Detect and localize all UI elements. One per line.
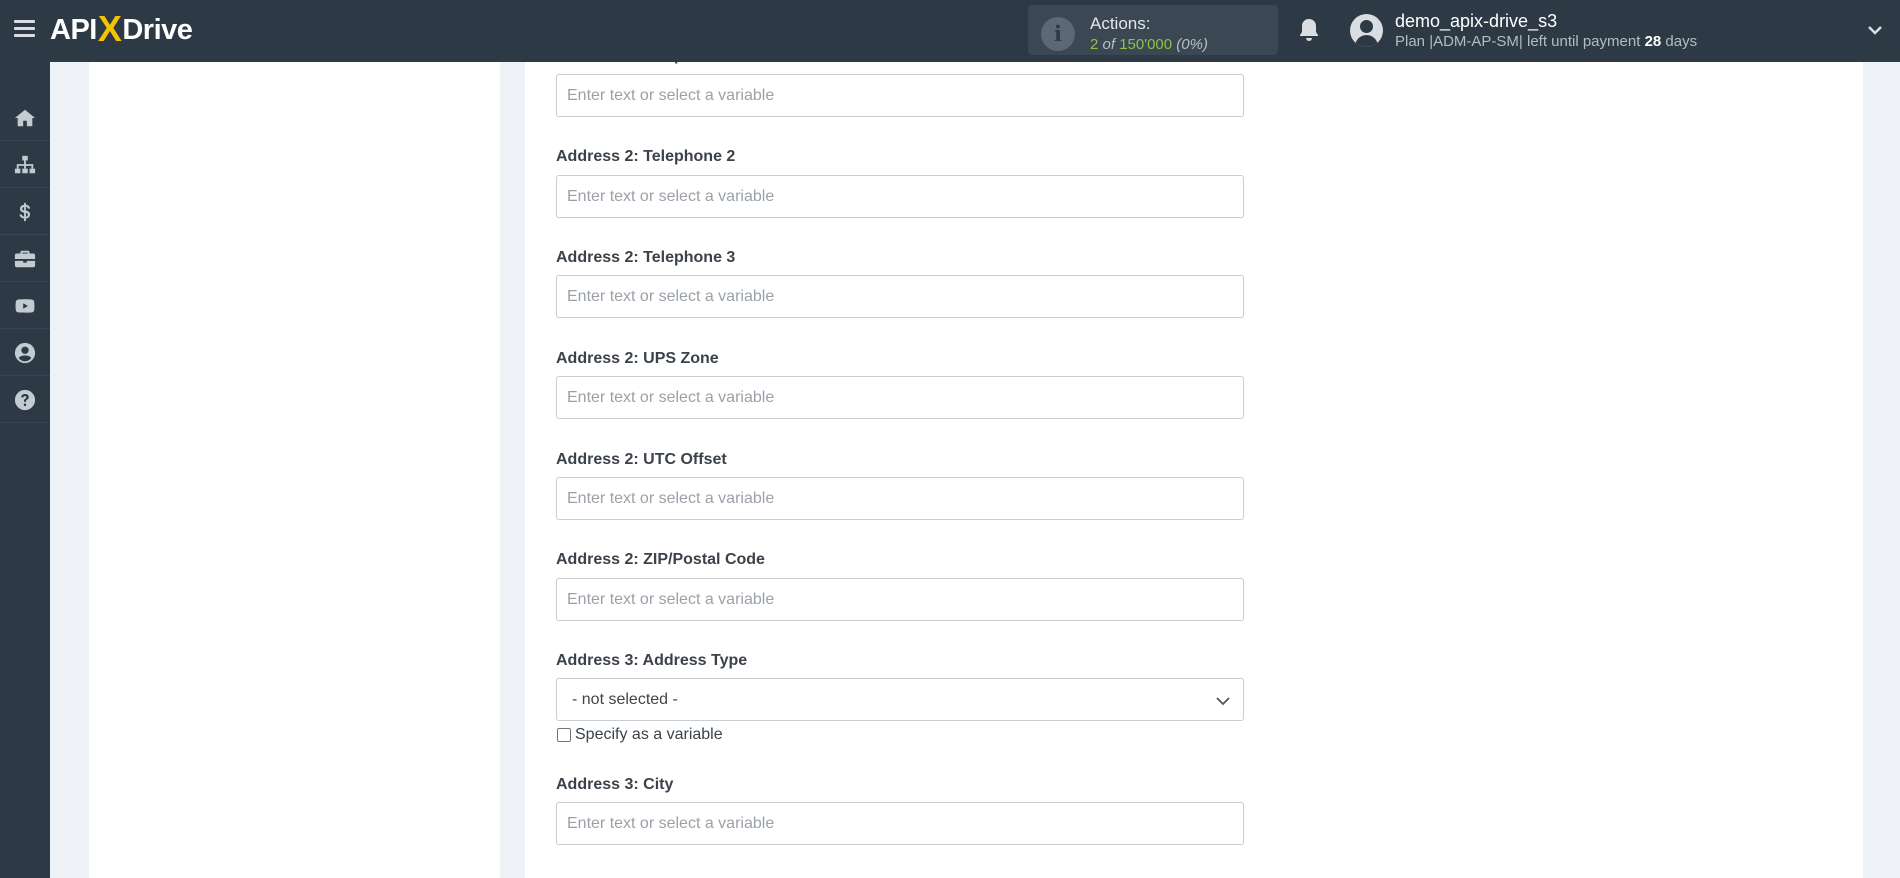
field-label-zip-postal-code: Address 2: ZIP/Postal Code xyxy=(556,551,765,568)
actions-counter[interactable]: i Actions: 2 of 150'000 (0%) xyxy=(1028,5,1278,55)
logo-text-drive: Drive xyxy=(122,13,193,46)
logo-text-x: X xyxy=(97,8,122,49)
zip-postal-code-input[interactable] xyxy=(556,578,1244,621)
help-icon xyxy=(14,389,36,410)
info-icon: i xyxy=(1041,17,1075,51)
days-left: 28 xyxy=(1644,33,1662,50)
sidebar xyxy=(0,62,50,878)
telephone-2-input[interactable] xyxy=(556,175,1244,218)
actions-total: 150'000 xyxy=(1119,36,1173,53)
actions-label: Actions: xyxy=(1090,14,1151,33)
telephone-3-input[interactable] xyxy=(556,275,1244,318)
top-bar: API X Drive i Actions: 2 of 150'000 (0%) d… xyxy=(0,0,1900,62)
dollar-icon xyxy=(19,202,31,221)
field-label-telephone-3: Address 2: Telephone 3 xyxy=(556,249,736,266)
specify-variable-checkbox[interactable] xyxy=(557,728,571,742)
sitemap-icon xyxy=(14,155,36,173)
field-label-utc-offset: Address 2: UTC Offset xyxy=(556,451,727,468)
days-word: days xyxy=(1665,33,1698,50)
plan-info: Plan |ADM-AP-SM| left until payment 28 d… xyxy=(1395,33,1697,50)
briefcase-icon xyxy=(14,250,36,267)
sidebar-item-projects[interactable] xyxy=(0,236,50,282)
sidebar-item-connections[interactable] xyxy=(0,142,50,188)
left-panel xyxy=(89,62,500,878)
field-label-address-type: Address 3: Address Type xyxy=(556,652,748,669)
sidebar-item-profile[interactable] xyxy=(0,330,50,376)
chevron-down-icon xyxy=(1216,697,1230,706)
actions-used: 2 xyxy=(1090,36,1099,53)
actions-count: 2 of 150'000 (0%) xyxy=(1090,36,1208,53)
address-type-value: - not selected - xyxy=(572,691,678,708)
sidebar-item-help[interactable] xyxy=(0,377,50,423)
plan-text: Plan |ADM-AP-SM| left until payment xyxy=(1395,33,1641,50)
utc-offset-input[interactable] xyxy=(556,477,1244,520)
field-label-telephone-2: Address 2: Telephone 2 xyxy=(556,148,736,165)
apix-drive-logo[interactable]: API X Drive xyxy=(50,8,193,50)
ups-zone-input[interactable] xyxy=(556,376,1244,419)
chevron-down-icon[interactable] xyxy=(1867,22,1883,38)
sidebar-item-billing[interactable] xyxy=(0,189,50,235)
specify-variable-label[interactable]: Specify as a variable xyxy=(575,726,723,744)
actions-percent: (0%) xyxy=(1176,36,1208,53)
telephone-1-input[interactable] xyxy=(556,74,1244,117)
field-label-ups-zone: Address 2: UPS Zone xyxy=(556,350,719,367)
specify-variable-row: Specify as a variable xyxy=(557,726,723,744)
avatar[interactable] xyxy=(1350,14,1383,47)
logo-text-api: API xyxy=(50,13,97,46)
sidebar-item-home[interactable] xyxy=(0,95,50,141)
field-label-city: Address 3: City xyxy=(556,776,674,793)
bell-icon[interactable] xyxy=(1297,17,1321,43)
user-circle-icon xyxy=(14,342,36,363)
sidebar-item-videos[interactable] xyxy=(0,283,50,329)
youtube-icon xyxy=(15,298,35,313)
address-type-select[interactable]: - not selected - xyxy=(556,678,1244,721)
home-icon xyxy=(14,109,36,126)
actions-of: of xyxy=(1102,36,1116,53)
city-input[interactable] xyxy=(556,802,1244,845)
username[interactable]: demo_apix-drive_s3 xyxy=(1395,11,1557,32)
menu-icon[interactable] xyxy=(14,20,35,38)
